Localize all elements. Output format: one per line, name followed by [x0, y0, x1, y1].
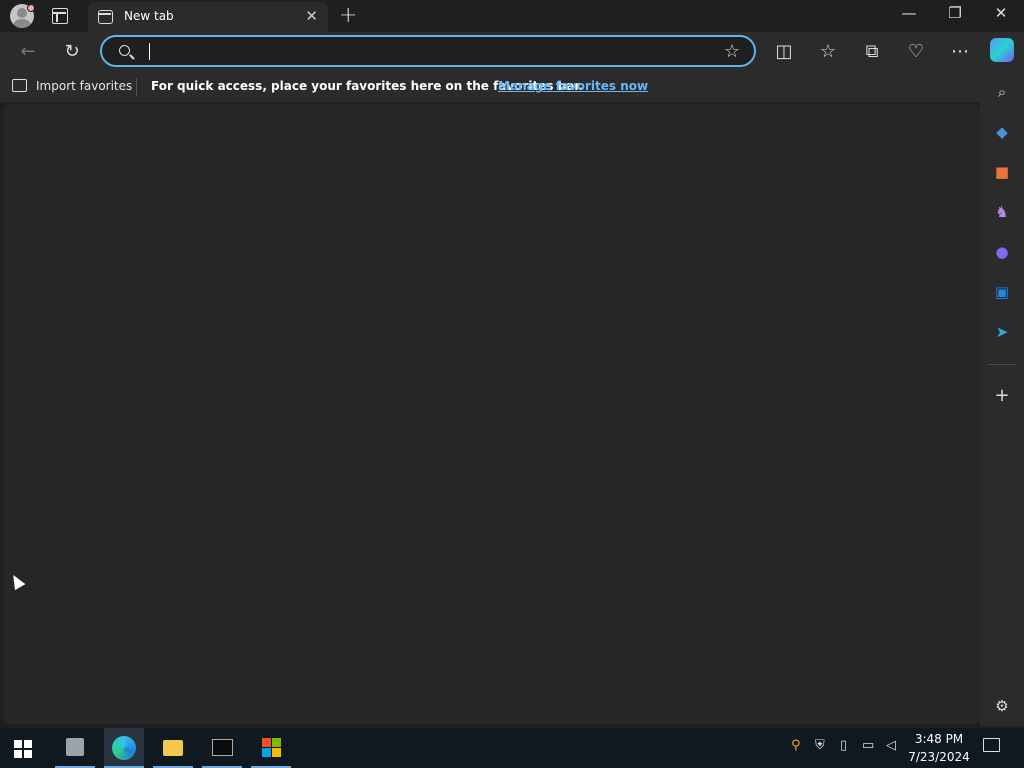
notification-dot-icon — [27, 4, 35, 12]
favorite-star-icon[interactable]: ☆ — [724, 41, 740, 62]
notifications-icon[interactable] — [983, 738, 1000, 752]
search-icon — [119, 45, 130, 56]
import-favorites-icon[interactable] — [12, 79, 27, 92]
split-screen-icon[interactable]: ◫ — [770, 38, 798, 66]
search-tray-icon[interactable]: ⚲ — [791, 738, 801, 753]
volume-muted-icon[interactable]: ◁ — [886, 738, 896, 753]
games-icon[interactable]: ♞ — [991, 201, 1013, 223]
security-shield-icon[interactable]: ⛨ — [815, 738, 825, 753]
taskbar: ⚲ ⛨ ▯ ▭ ◁ 3:48 PM 7/23/2024 — [0, 728, 1024, 768]
close-tab-icon[interactable]: ✕ — [305, 7, 318, 25]
terminal-icon[interactable] — [202, 728, 242, 768]
server-manager-icon[interactable] — [55, 728, 95, 768]
back-arrow-icon[interactable]: ← — [14, 38, 42, 66]
manage-favorites-link[interactable]: Manage favorites now — [498, 79, 648, 93]
tools-icon[interactable]: ■ — [991, 161, 1013, 183]
new-tab-button[interactable]: + — [339, 3, 357, 28]
collections-icon[interactable]: ⧉ — [858, 38, 886, 66]
file-explorer-icon[interactable] — [153, 728, 193, 768]
divider — [136, 78, 137, 96]
copilot-icon[interactable]: ● — [991, 241, 1013, 263]
more-options-icon[interactable]: ⋯ — [946, 38, 974, 66]
tab-actions-icon[interactable] — [52, 8, 68, 24]
page-content[interactable] — [4, 104, 980, 724]
edge-sidebar: ⌕ ◆ ■ ♞ ● ▣ ➤ + ⚙ — [980, 72, 1024, 726]
text-caret — [149, 43, 150, 60]
address-bar[interactable]: ☆ — [100, 35, 756, 67]
system-clock[interactable]: 3:48 PM 7/23/2024 — [908, 730, 970, 766]
search-icon[interactable]: ⌕ — [991, 81, 1013, 103]
close-window-button[interactable]: ✕ — [978, 4, 1024, 22]
tab-new-tab[interactable]: New tab ✕ — [88, 2, 328, 32]
address-input[interactable] — [148, 41, 708, 63]
network-icon[interactable]: ▭ — [862, 738, 874, 753]
refresh-icon[interactable]: ↻ — [58, 38, 86, 66]
tab-label: New tab — [124, 9, 174, 23]
new-tab-page-icon — [98, 10, 113, 24]
clock-date: 7/23/2024 — [908, 750, 970, 764]
navigation-toolbar: ← ↻ ☆ ◫ ☆ ⧉ ♡ ⋯ — [0, 32, 1024, 72]
windows-flag-icon[interactable] — [251, 728, 291, 768]
clock-time: 3:48 PM — [914, 732, 964, 746]
favorites-icon[interactable]: ☆ — [814, 38, 842, 66]
import-favorites-button[interactable]: Import favorites — [36, 79, 132, 93]
start-button[interactable] — [14, 740, 32, 758]
title-bar: New tab ✕ + — ❐ ✕ — [0, 0, 1024, 32]
restore-button[interactable]: ❐ — [932, 4, 978, 22]
copilot-icon[interactable] — [990, 38, 1014, 62]
minimize-button[interactable]: — — [886, 4, 932, 22]
browser-essentials-icon[interactable]: ♡ — [902, 38, 930, 66]
favorites-bar: Import favorites For quick access, place… — [0, 72, 980, 102]
shopping-tag-icon[interactable]: ◆ — [991, 121, 1013, 143]
gear-icon[interactable]: ⚙ — [991, 695, 1013, 717]
edge-taskbar-icon[interactable] — [104, 728, 144, 768]
battery-icon[interactable]: ▯ — [840, 738, 847, 753]
plus-icon[interactable]: + — [991, 385, 1013, 407]
sidebar-divider — [988, 364, 1016, 365]
outlook-icon[interactable]: ▣ — [991, 281, 1013, 303]
send-icon[interactable]: ➤ — [991, 321, 1013, 343]
